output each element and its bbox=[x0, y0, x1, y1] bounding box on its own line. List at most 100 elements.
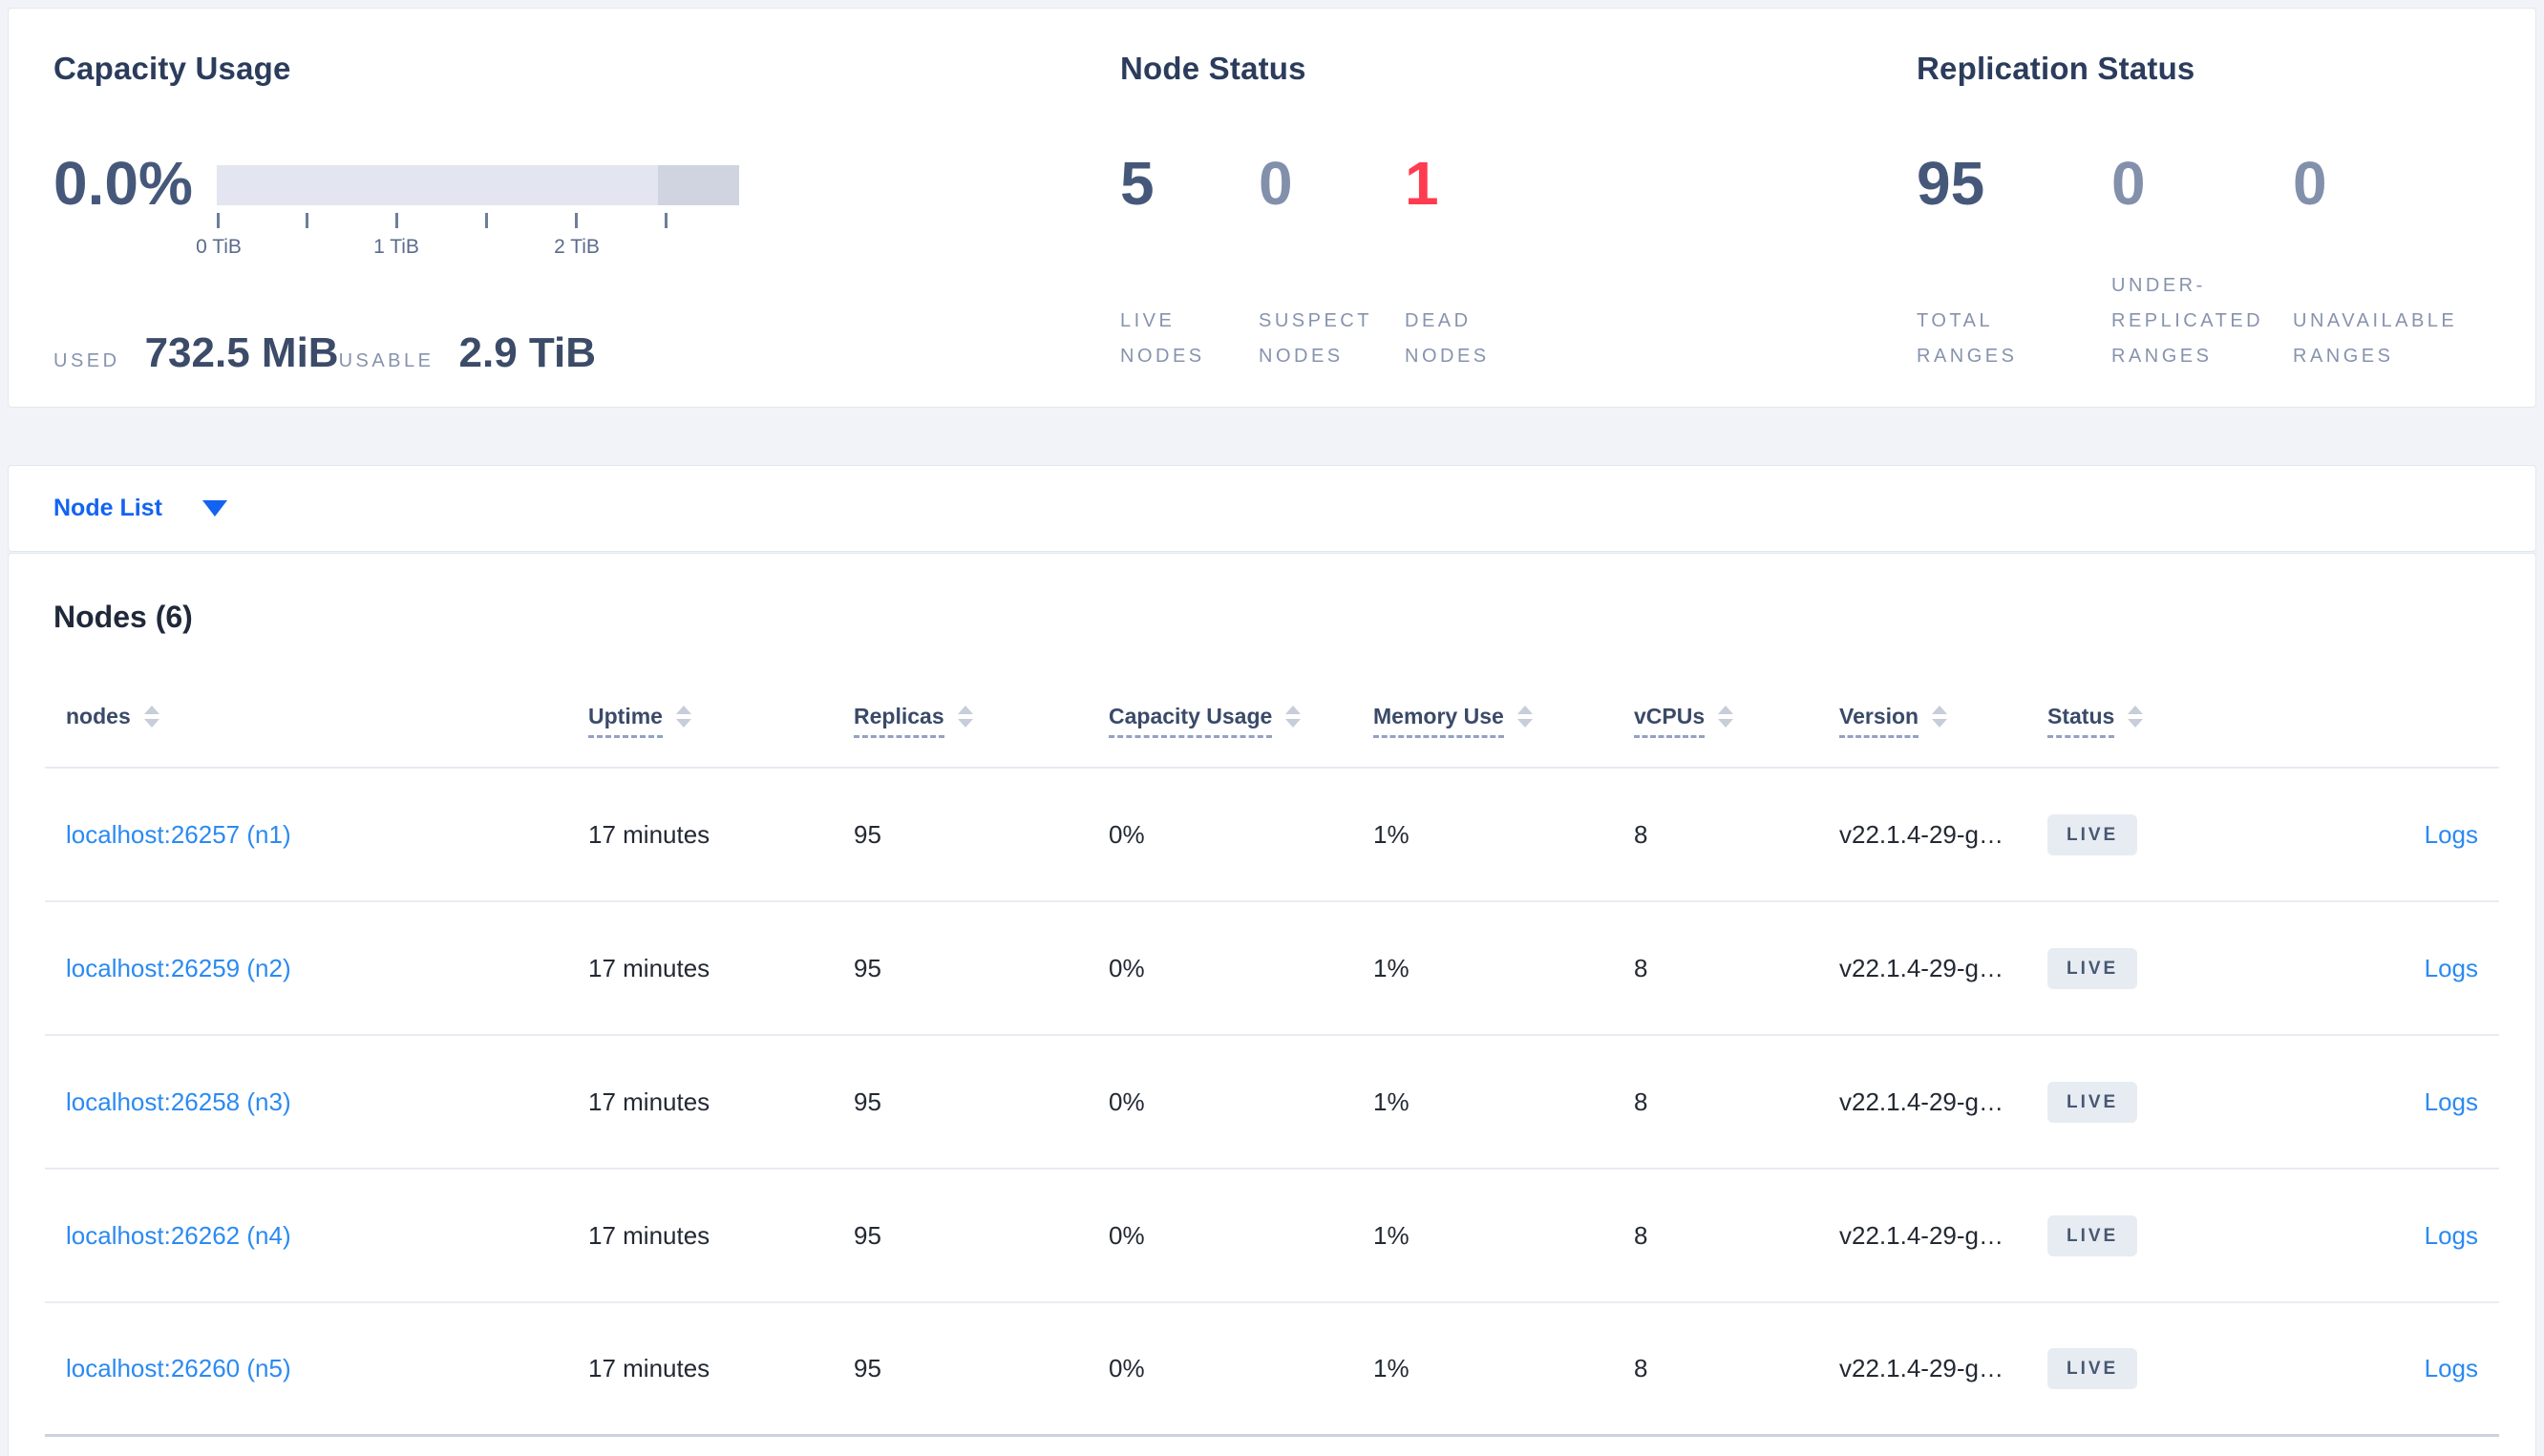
node-list-dropdown[interactable]: Node List bbox=[8, 465, 2536, 552]
logs-link[interactable]: Logs bbox=[2425, 820, 2478, 849]
node-link[interactable]: localhost:26260 (n5) bbox=[66, 1354, 291, 1382]
cluster-overview-page: Capacity Usage 0.0% 0 TiB 1 TiB 2 TiB US… bbox=[0, 0, 2544, 1456]
version-cell: v22.1.4-29-g… bbox=[1839, 1087, 2003, 1116]
usable-value: 2.9 TiB bbox=[458, 329, 596, 376]
logs-link[interactable]: Logs bbox=[2425, 954, 2478, 982]
capacity-usage-title: Capacity Usage bbox=[53, 51, 291, 86]
uptime-cell: 17 minutes bbox=[588, 953, 710, 982]
chevron-down-icon bbox=[201, 500, 227, 517]
logs-cell: Logs bbox=[2293, 954, 2478, 983]
capacity-usage-cell: 0% bbox=[1109, 819, 1145, 849]
live-status-badge: LIVE bbox=[2047, 947, 2138, 989]
logs-cell: Logs bbox=[2293, 1221, 2478, 1251]
node-table-row: localhost:26260 (n5) 17 minutes 95 0% 1% 8 v22… bbox=[45, 1303, 2499, 1437]
tick-label-2tib: 2 TiB bbox=[554, 236, 600, 258]
status-cell: LIVE bbox=[2047, 947, 2293, 989]
memory-use-cell: 1% bbox=[1373, 819, 1410, 849]
live-status-badge: LIVE bbox=[2047, 1081, 2138, 1123]
capacity-bar-free-segment bbox=[217, 165, 659, 205]
sort-arrows-icon bbox=[1718, 706, 1734, 728]
column-label: Capacity Usage bbox=[1109, 704, 1273, 738]
usable-label: USABLE bbox=[338, 350, 435, 371]
column-label: Status bbox=[2047, 704, 2115, 738]
replication-status-title: Replication Status bbox=[1917, 51, 2195, 86]
total-ranges-label: TOTAL RANGES bbox=[1917, 310, 2018, 367]
cluster-summary-card: Capacity Usage 0.0% 0 TiB 1 TiB 2 TiB US… bbox=[8, 8, 2536, 408]
version-cell: v22.1.4-29-g… bbox=[1839, 1220, 2003, 1250]
capacity-bar-used-segment bbox=[658, 165, 739, 205]
table-header-row: nodes Uptime Replicas Capacity Usage Memory … bbox=[45, 704, 2499, 769]
column-label: Memory Use bbox=[1373, 704, 1504, 738]
node-address-cell: localhost:26262 (n4) bbox=[66, 1221, 588, 1251]
column-label: Version bbox=[1839, 704, 1919, 738]
table-body: localhost:26257 (n1) 17 minutes 95 0% 1% 8 v22… bbox=[45, 769, 2499, 1437]
node-address-cell: localhost:26260 (n5) bbox=[66, 1354, 588, 1383]
total-ranges-count: 95 bbox=[1917, 149, 1985, 218]
column-header-memory[interactable]: Memory Use bbox=[1373, 704, 1634, 738]
unavailable-ranges-label: UNAVAILABLE RANGES bbox=[2293, 310, 2458, 367]
column-header-vcpus[interactable]: vCPUs bbox=[1634, 704, 1839, 738]
live-nodes-label: LIVE NODES bbox=[1120, 310, 1205, 367]
node-link[interactable]: localhost:26257 (n1) bbox=[66, 820, 291, 849]
node-list-label: Node List bbox=[53, 495, 162, 521]
replicas-cell: 95 bbox=[854, 1220, 881, 1250]
column-label: nodes bbox=[66, 704, 131, 728]
node-link[interactable]: localhost:26258 (n3) bbox=[66, 1087, 291, 1116]
under-replicated-ranges-label: UNDER- REPLICATED RANGES bbox=[2111, 275, 2264, 367]
status-cell: LIVE bbox=[2047, 813, 2293, 855]
sort-arrows-icon bbox=[957, 706, 973, 728]
column-header-replicas[interactable]: Replicas bbox=[854, 704, 1109, 738]
vcpus-cell: 8 bbox=[1634, 1354, 1648, 1382]
column-header-node[interactable]: nodes bbox=[66, 704, 588, 728]
uptime-cell: 17 minutes bbox=[588, 819, 710, 849]
version-cell: v22.1.4-29-g… bbox=[1839, 953, 2003, 982]
sort-arrows-icon bbox=[1516, 706, 1533, 728]
status-cell: LIVE bbox=[2047, 1081, 2293, 1123]
capacity-legend: USED 732.5 MiB USABLE 2.9 TiB bbox=[53, 329, 596, 377]
vcpus-cell: 8 bbox=[1634, 1087, 1648, 1116]
nodes-heading: Nodes (6) bbox=[53, 600, 193, 634]
logs-cell: Logs bbox=[2293, 820, 2478, 850]
memory-use-cell: 1% bbox=[1373, 953, 1410, 982]
node-link[interactable]: localhost:26262 (n4) bbox=[66, 1221, 291, 1250]
logs-link[interactable]: Logs bbox=[2425, 1354, 2478, 1382]
status-cell: LIVE bbox=[2047, 1348, 2293, 1389]
column-header-status[interactable]: Status bbox=[2047, 704, 2293, 738]
logs-link[interactable]: Logs bbox=[2425, 1087, 2478, 1116]
capacity-percent-value: 0.0% bbox=[53, 149, 193, 218]
memory-use-cell: 1% bbox=[1373, 1220, 1410, 1250]
under-replicated-ranges-count: 0 bbox=[2111, 149, 2146, 218]
live-status-badge: LIVE bbox=[2047, 813, 2138, 855]
node-table-row: localhost:26259 (n2) 17 minutes 95 0% 1% 8 v22… bbox=[45, 902, 2499, 1036]
node-address-cell: localhost:26257 (n1) bbox=[66, 820, 588, 850]
capacity-axis-ticks bbox=[217, 213, 739, 228]
capacity-bar bbox=[217, 165, 739, 205]
node-status-title: Node Status bbox=[1120, 51, 1306, 86]
version-cell: v22.1.4-29-g… bbox=[1839, 819, 2003, 849]
logs-link[interactable]: Logs bbox=[2425, 1221, 2478, 1250]
status-cell: LIVE bbox=[2047, 1214, 2293, 1256]
unavailable-ranges-count: 0 bbox=[2293, 149, 2327, 218]
node-table-row: localhost:26262 (n4) 17 minutes 95 0% 1% 8 v22… bbox=[45, 1170, 2499, 1303]
memory-use-cell: 1% bbox=[1373, 1087, 1410, 1116]
capacity-usage-cell: 0% bbox=[1109, 953, 1145, 982]
capacity-usage-cell: 0% bbox=[1109, 1354, 1145, 1382]
node-address-cell: localhost:26258 (n3) bbox=[66, 1087, 588, 1117]
capacity-usage-gauge: 0 TiB 1 TiB 2 TiB bbox=[196, 165, 739, 280]
node-link[interactable]: localhost:26259 (n2) bbox=[66, 954, 291, 982]
column-header-capacity[interactable]: Capacity Usage bbox=[1109, 704, 1373, 738]
column-header-version[interactable]: Version bbox=[1839, 704, 2047, 738]
column-header-uptime[interactable]: Uptime bbox=[588, 704, 854, 738]
live-status-badge: LIVE bbox=[2047, 1348, 2138, 1389]
memory-use-cell: 1% bbox=[1373, 1354, 1410, 1382]
sort-arrows-icon bbox=[1932, 706, 1948, 728]
suspect-nodes-label: SUSPECT NODES bbox=[1259, 310, 1372, 367]
uptime-cell: 17 minutes bbox=[588, 1220, 710, 1250]
sort-arrows-icon bbox=[675, 706, 691, 728]
used-label: USED bbox=[53, 350, 120, 371]
vcpus-cell: 8 bbox=[1634, 953, 1648, 982]
tick-label-1tib: 1 TiB bbox=[373, 236, 419, 258]
node-table-row: localhost:26257 (n1) 17 minutes 95 0% 1% 8 v22… bbox=[45, 769, 2499, 902]
uptime-cell: 17 minutes bbox=[588, 1087, 710, 1116]
column-label: Replicas bbox=[854, 704, 944, 738]
